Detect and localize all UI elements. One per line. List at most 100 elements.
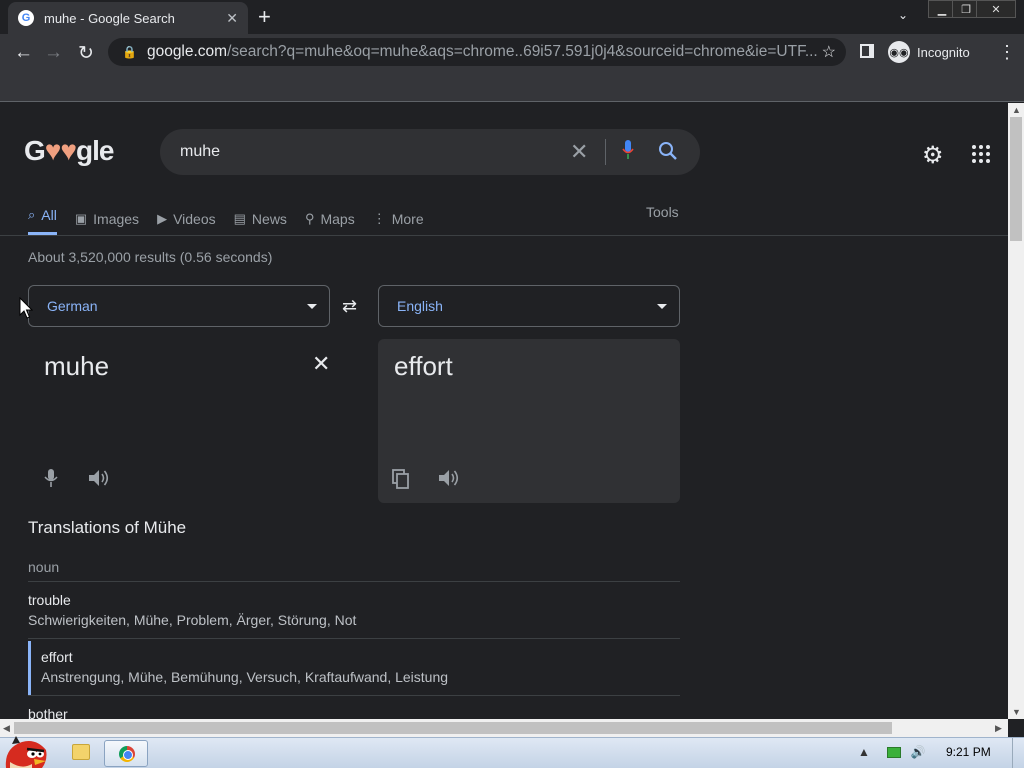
tab-label: Images <box>93 211 140 227</box>
tab-images[interactable]: ▣ Images <box>75 203 139 235</box>
target-language-select[interactable]: English <box>378 285 680 327</box>
angry-bird-start-icon[interactable] <box>2 734 48 768</box>
divider <box>28 581 680 582</box>
scrollbar-thumb[interactable] <box>14 722 892 734</box>
back-arrow-icon[interactable]: ← <box>14 42 33 64</box>
translation-word: bother <box>28 706 68 719</box>
scroll-right-arrow-icon[interactable]: ▶ <box>995 723 1002 734</box>
more-vert-icon: ⋮ <box>372 211 386 226</box>
forward-arrow-icon[interactable]: → <box>44 42 63 64</box>
window-close-button[interactable]: ✕ <box>976 0 1016 18</box>
incognito-icon: ◉◉ <box>888 41 910 63</box>
search-tabs: ⌕ All ▣ Images ▶ Videos ▤ News ⚲ Maps ⋮ … <box>28 203 442 235</box>
google-favicon-icon: G <box>18 10 34 26</box>
tools-button[interactable]: Tools <box>646 204 679 220</box>
translated-text: effort <box>394 351 453 381</box>
search-icon[interactable] <box>658 141 678 161</box>
translation-entry[interactable]: trouble Schwierigkeiten, Mühe, Problem, … <box>28 592 680 628</box>
news-icon: ▤ <box>233 211 246 226</box>
scroll-up-arrow-icon[interactable]: ▲ <box>1012 105 1021 115</box>
incognito-indicator[interactable]: ◉◉ Incognito <box>888 40 982 64</box>
network-icon[interactable] <box>887 747 902 759</box>
mouse-cursor-icon <box>19 297 33 319</box>
source-text-panel[interactable]: muhe ✕ <box>28 339 330 503</box>
tab-all[interactable]: ⌕ All <box>28 203 57 235</box>
result-stats: About 3,520,000 results (0.56 seconds) <box>28 249 273 265</box>
source-text[interactable]: muhe <box>44 351 109 382</box>
scroll-down-arrow-icon[interactable]: ▼ <box>1012 707 1021 717</box>
translation-entry[interactable]: bother <box>28 706 680 719</box>
tab-label: News <box>251 211 287 227</box>
swap-languages-icon[interactable]: ⇄ <box>342 296 357 317</box>
speaker-icon[interactable] <box>438 469 460 487</box>
google-apps-icon[interactable] <box>972 145 990 163</box>
address-bar[interactable]: 🔒 google.com/search?q=muhe&oq=muhe&aqs=c… <box>108 38 846 66</box>
chrome-icon <box>119 746 135 762</box>
copy-icon[interactable] <box>392 469 410 489</box>
show-desktop-button[interactable] <box>1012 738 1024 768</box>
translations-heading: Translations of Mühe <box>28 518 187 537</box>
url-path: /search?q=muhe&oq=muhe&aqs=chrome..69i57… <box>227 43 818 60</box>
vertical-scrollbar[interactable]: ▲ ▼ <box>1008 103 1024 719</box>
translation-word: trouble <box>28 592 71 608</box>
taskbar-chrome-button[interactable] <box>104 740 148 767</box>
search-icon: ⌕ <box>28 206 36 222</box>
scrollbar-thumb[interactable] <box>1010 117 1022 241</box>
tab-close-icon[interactable]: ✕ <box>226 10 238 27</box>
google-doodle-logo[interactable]: G♥♥gle <box>24 135 114 167</box>
lock-icon: 🔒 <box>122 45 137 59</box>
divider <box>28 695 680 696</box>
horizontal-scrollbar[interactable]: ◀ ▶ <box>0 719 1008 737</box>
tab-videos[interactable]: ▶ Videos <box>157 203 216 235</box>
speaker-icon[interactable] <box>88 469 110 487</box>
translation-output-panel: effort <box>378 339 680 503</box>
source-language-label: German <box>47 298 98 314</box>
tab-label: More <box>391 211 424 227</box>
video-icon: ▶ <box>157 211 168 226</box>
target-language-label: English <box>397 298 443 314</box>
scroll-left-arrow-icon[interactable]: ◀ <box>3 723 10 734</box>
clear-search-icon[interactable]: ✕ <box>570 139 588 165</box>
chevron-down-icon <box>307 304 317 309</box>
translation-synonyms: Schwierigkeiten, Mühe, Problem, Ärger, S… <box>28 612 357 628</box>
tab-label: Videos <box>173 211 216 227</box>
browser-menu-icon[interactable]: ⋮ <box>998 42 1016 63</box>
search-box[interactable]: muhe ✕ <box>160 129 700 175</box>
taskbar-clock[interactable]: 9:21 PM <box>946 745 991 759</box>
tab-more[interactable]: ⋮ More <box>373 203 424 235</box>
divider <box>28 638 680 639</box>
source-language-select[interactable]: German <box>28 285 330 327</box>
browser-tab[interactable]: G muhe - Google Search ✕ <box>8 2 248 34</box>
image-icon: ▣ <box>74 211 88 226</box>
microphone-icon[interactable] <box>44 469 58 487</box>
bookmarks-bar <box>0 70 1024 102</box>
translation-word: effort <box>41 649 73 665</box>
side-panel-icon[interactable] <box>860 44 874 58</box>
part-of-speech-label: noun <box>28 559 60 575</box>
tab-label: All <box>41 206 57 223</box>
tab-news[interactable]: ▤ News <box>234 203 287 235</box>
search-box-divider <box>605 139 606 165</box>
search-results-page: G♥♥gle muhe ✕ ⚙ ⌕ All ▣ Images ▶ Videos <box>0 103 1008 719</box>
show-hidden-icons-arrow-icon[interactable]: ▲ <box>858 745 870 759</box>
settings-gear-icon[interactable]: ⚙ <box>922 141 944 170</box>
voice-search-icon[interactable] <box>622 140 634 160</box>
translation-synonyms: Anstrengung, Mühe, Bemühung, Versuch, Kr… <box>41 669 449 685</box>
bookmark-star-icon[interactable]: ☆ <box>822 42 836 62</box>
volume-icon[interactable]: 🔊 <box>911 745 926 759</box>
new-tab-button[interactable]: + <box>258 4 271 30</box>
system-tray: ▲ 🔊 <box>858 745 926 759</box>
reload-icon[interactable]: ↻ <box>78 42 94 65</box>
url-host: google.com <box>146 43 228 60</box>
tabs-divider <box>0 235 1008 236</box>
chevron-down-icon <box>657 304 667 309</box>
incognito-label: Incognito <box>917 44 970 60</box>
translation-entry-selected[interactable]: effort Anstrengung, Mühe, Bemühung, Vers… <box>28 641 680 695</box>
file-explorer-icon[interactable] <box>72 744 90 760</box>
tab-label: Maps <box>320 211 355 227</box>
tab-title: muhe - Google Search <box>44 10 175 26</box>
tab-maps[interactable]: ⚲ Maps <box>305 203 355 235</box>
tab-search-chevron-icon[interactable]: ⌄ <box>898 8 908 22</box>
clear-source-icon[interactable]: ✕ <box>312 351 330 377</box>
search-input[interactable]: muhe <box>180 143 220 161</box>
